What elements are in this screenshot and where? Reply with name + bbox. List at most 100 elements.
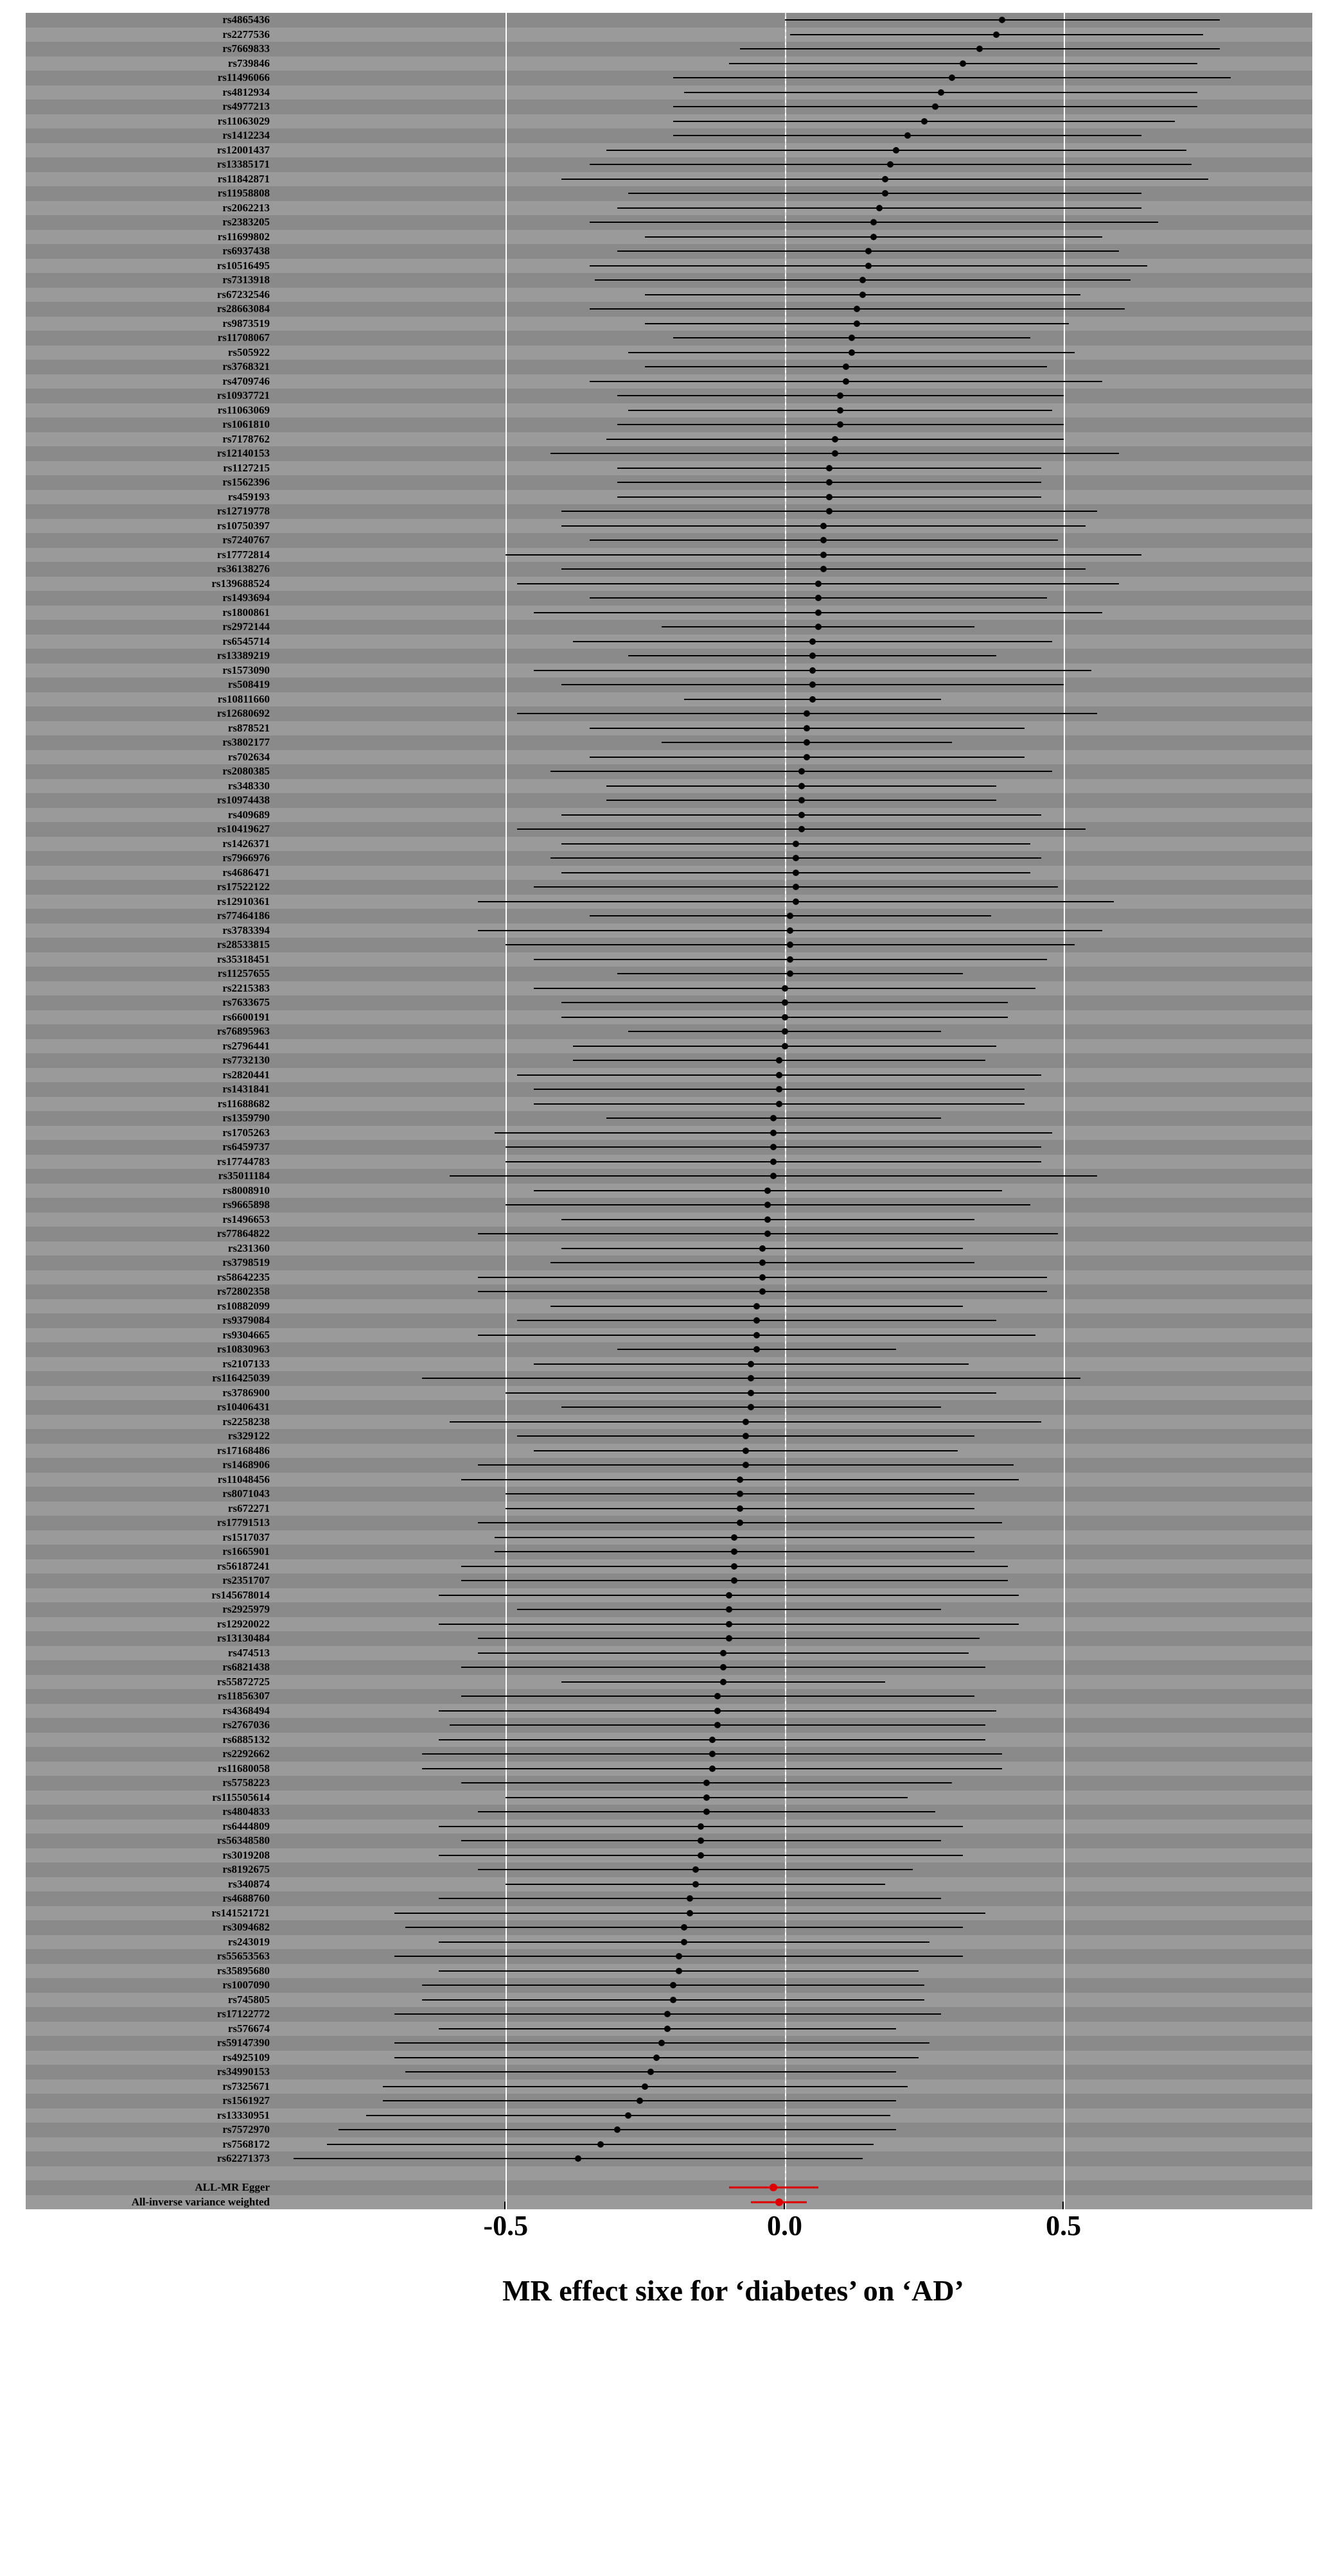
row-label: rs2215383 xyxy=(26,981,276,996)
row-label: rs7325671 xyxy=(26,2080,276,2094)
row-label: rs72802358 xyxy=(26,1284,276,1299)
row-label: rs6459737 xyxy=(26,1140,276,1155)
forest-row: rs7568172 xyxy=(26,2137,1312,2152)
forest-row: rs12719778 xyxy=(26,504,1312,519)
row-label: rs7178762 xyxy=(26,432,276,447)
row-label: rs7568172 xyxy=(26,2137,276,2152)
row-label: rs672271 xyxy=(26,1502,276,1516)
forest-row: rs12680692 xyxy=(26,706,1312,721)
row-label: rs739846 xyxy=(26,57,276,71)
row-label: rs2080385 xyxy=(26,764,276,779)
forest-row: rs2107133 xyxy=(26,1357,1312,1372)
forest-row: rs10974438 xyxy=(26,793,1312,808)
row-label: rs17122772 xyxy=(26,2007,276,2022)
forest-row: rs10516495 xyxy=(26,259,1312,274)
row-label: rs243019 xyxy=(26,1935,276,1950)
forest-row: rs4368494 xyxy=(26,1704,1312,1719)
row-label: rs6885132 xyxy=(26,1733,276,1748)
forest-row: rs11496066 xyxy=(26,71,1312,85)
row-label: rs459193 xyxy=(26,490,276,505)
row-label: rs17791513 xyxy=(26,1516,276,1530)
row-label: rs4977213 xyxy=(26,100,276,114)
forest-row: rs8071043 xyxy=(26,1487,1312,1502)
row-label: rs6821438 xyxy=(26,1660,276,1675)
row-label: rs3768321 xyxy=(26,360,276,374)
row-label: rs7240767 xyxy=(26,533,276,548)
forest-row: rs329122 xyxy=(26,1429,1312,1444)
row-label: rs7669833 xyxy=(26,42,276,57)
row-label: rs11496066 xyxy=(26,71,276,85)
row-label: rs17522122 xyxy=(26,880,276,895)
row-label: rs2796441 xyxy=(26,1039,276,1054)
forest-row: rs11257655 xyxy=(26,967,1312,981)
forest-row: rs12140153 xyxy=(26,446,1312,461)
row-label: rs139688524 xyxy=(26,577,276,591)
row-label: rs6444809 xyxy=(26,1819,276,1834)
row-label: rs1468906 xyxy=(26,1458,276,1473)
row-label: rs1493694 xyxy=(26,591,276,606)
forest-row: rs141521721 xyxy=(26,1906,1312,1921)
row-label: rs4804833 xyxy=(26,1805,276,1819)
forest-row: rs6545714 xyxy=(26,635,1312,649)
forest-row: rs231360 xyxy=(26,1241,1312,1256)
forest-row: rs10419627 xyxy=(26,822,1312,837)
forest-row: rs11063029 xyxy=(26,114,1312,129)
row-label: rs1127215 xyxy=(26,461,276,476)
row-label: rs8071043 xyxy=(26,1487,276,1502)
row-label: rs10882099 xyxy=(26,1299,276,1314)
row-label: rs13330951 xyxy=(26,2108,276,2123)
forest-row: rs115505614 xyxy=(26,1791,1312,1805)
forest-row: rs2925979 xyxy=(26,1602,1312,1617)
forest-row: rs7732130 xyxy=(26,1053,1312,1068)
row-label: rs7633675 xyxy=(26,995,276,1010)
forest-row: rs8008910 xyxy=(26,1184,1312,1198)
forest-row: rs3783394 xyxy=(26,924,1312,938)
row-label: rs116425039 xyxy=(26,1371,276,1386)
forest-row: rs13385171 xyxy=(26,157,1312,172)
x-tick: 0.5 xyxy=(1046,2209,1081,2242)
forest-row: rs6444809 xyxy=(26,1819,1312,1834)
forest-row: rs10750397 xyxy=(26,519,1312,534)
row-label: rs10406431 xyxy=(26,1400,276,1415)
forest-row: rs116425039 xyxy=(26,1371,1312,1386)
forest-row: rs2292662 xyxy=(26,1747,1312,1762)
row-label: rs2925979 xyxy=(26,1602,276,1617)
row-label: rs10811660 xyxy=(26,692,276,707)
forest-row: rs4686471 xyxy=(26,866,1312,881)
row-label: rs17772814 xyxy=(26,548,276,563)
row-label: rs77464186 xyxy=(26,909,276,924)
forest-row: rs2767036 xyxy=(26,1718,1312,1733)
forest-row: rs2383205 xyxy=(26,215,1312,230)
row-label: rs1562396 xyxy=(26,475,276,490)
forest-row: rs1665901 xyxy=(26,1545,1312,1559)
row-label: rs34990153 xyxy=(26,2065,276,2080)
row-label: rs9304665 xyxy=(26,1328,276,1343)
forest-row: rs11842871 xyxy=(26,172,1312,187)
forest-row: rs7966976 xyxy=(26,851,1312,866)
forest-row: rs878521 xyxy=(26,721,1312,736)
row-label: rs1705263 xyxy=(26,1126,276,1141)
forest-row: rs1562396 xyxy=(26,475,1312,490)
row-label: rs2351707 xyxy=(26,1573,276,1588)
forest-row: rs17168486 xyxy=(26,1444,1312,1459)
forest-row: rs7633675 xyxy=(26,995,1312,1010)
forest-row: rs11680058 xyxy=(26,1762,1312,1776)
forest-row: rs58642235 xyxy=(26,1270,1312,1285)
forest-row: rs2062213 xyxy=(26,201,1312,216)
forest-row: rs3798519 xyxy=(26,1256,1312,1270)
forest-row: rs348330 xyxy=(26,779,1312,794)
forest-row: rs1573090 xyxy=(26,663,1312,678)
forest-row: rs17744783 xyxy=(26,1155,1312,1170)
row-label: rs11842871 xyxy=(26,172,276,187)
row-label: rs2277536 xyxy=(26,28,276,42)
row-label: rs7732130 xyxy=(26,1053,276,1068)
forest-row: rs2215383 xyxy=(26,981,1312,996)
forest-row: rs1705263 xyxy=(26,1126,1312,1141)
forest-row: rs409689 xyxy=(26,808,1312,823)
row-label: rs1573090 xyxy=(26,663,276,678)
row-label: rs1426371 xyxy=(26,837,276,852)
forest-row: rs9873519 xyxy=(26,317,1312,331)
row-label: rs11708067 xyxy=(26,331,276,346)
row-label xyxy=(26,2166,276,2181)
forest-row: rs1800861 xyxy=(26,606,1312,620)
